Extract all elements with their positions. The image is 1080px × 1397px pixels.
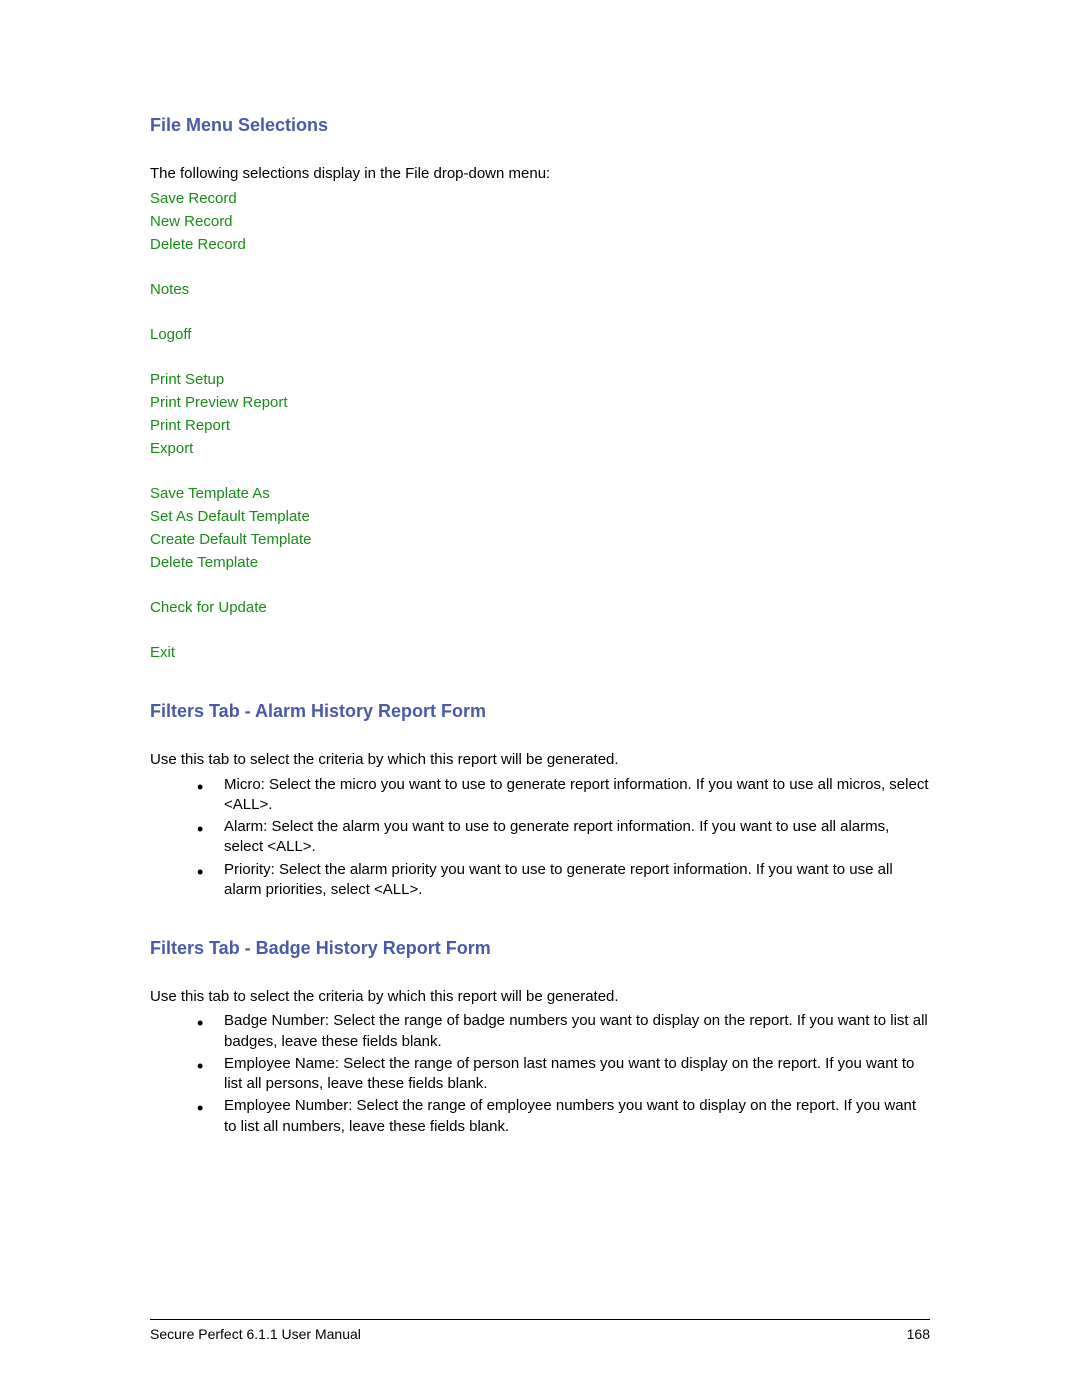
link-save-template-as[interactable]: Save Template As (150, 483, 930, 504)
heading-filters-alarm-history: Filters Tab - Alarm History Report Form (150, 701, 930, 722)
link-print-report[interactable]: Print Report (150, 415, 930, 436)
intro-filters-alarm: Use this tab to select the criteria by w… (150, 750, 930, 770)
bullet-item: Micro: Select the micro you want to use … (224, 775, 930, 816)
footer-page-number: 168 (907, 1326, 930, 1342)
bullet-item: Employee Number: Select the range of emp… (224, 1096, 930, 1137)
heading-filters-badge-history: Filters Tab - Badge History Report Form (150, 938, 930, 959)
intro-filters-badge: Use this tab to select the criteria by w… (150, 987, 930, 1007)
bullet-list-alarm: Micro: Select the micro you want to use … (150, 775, 930, 901)
link-delete-template[interactable]: Delete Template (150, 552, 930, 573)
intro-file-menu: The following selections display in the … (150, 164, 930, 184)
link-print-preview-report[interactable]: Print Preview Report (150, 392, 930, 413)
link-delete-record[interactable]: Delete Record (150, 234, 930, 255)
bullet-item: Alarm: Select the alarm you want to use … (224, 817, 930, 858)
bullet-list-badge: Badge Number: Select the range of badge … (150, 1011, 930, 1137)
link-save-record[interactable]: Save Record (150, 188, 930, 209)
link-logoff[interactable]: Logoff (150, 324, 930, 345)
link-check-for-update[interactable]: Check for Update (150, 597, 930, 618)
bullet-item: Priority: Select the alarm priority you … (224, 860, 930, 901)
heading-file-menu-selections: File Menu Selections (150, 115, 930, 136)
link-exit[interactable]: Exit (150, 642, 930, 663)
link-set-as-default-template[interactable]: Set As Default Template (150, 506, 930, 527)
bullet-item: Badge Number: Select the range of badge … (224, 1011, 930, 1052)
link-notes[interactable]: Notes (150, 279, 930, 300)
link-print-setup[interactable]: Print Setup (150, 369, 930, 390)
link-create-default-template[interactable]: Create Default Template (150, 529, 930, 550)
page-footer: Secure Perfect 6.1.1 User Manual 168 (150, 1319, 930, 1342)
bullet-item: Employee Name: Select the range of perso… (224, 1054, 930, 1095)
footer-manual-title: Secure Perfect 6.1.1 User Manual (150, 1326, 361, 1342)
link-export[interactable]: Export (150, 438, 930, 459)
link-new-record[interactable]: New Record (150, 211, 930, 232)
